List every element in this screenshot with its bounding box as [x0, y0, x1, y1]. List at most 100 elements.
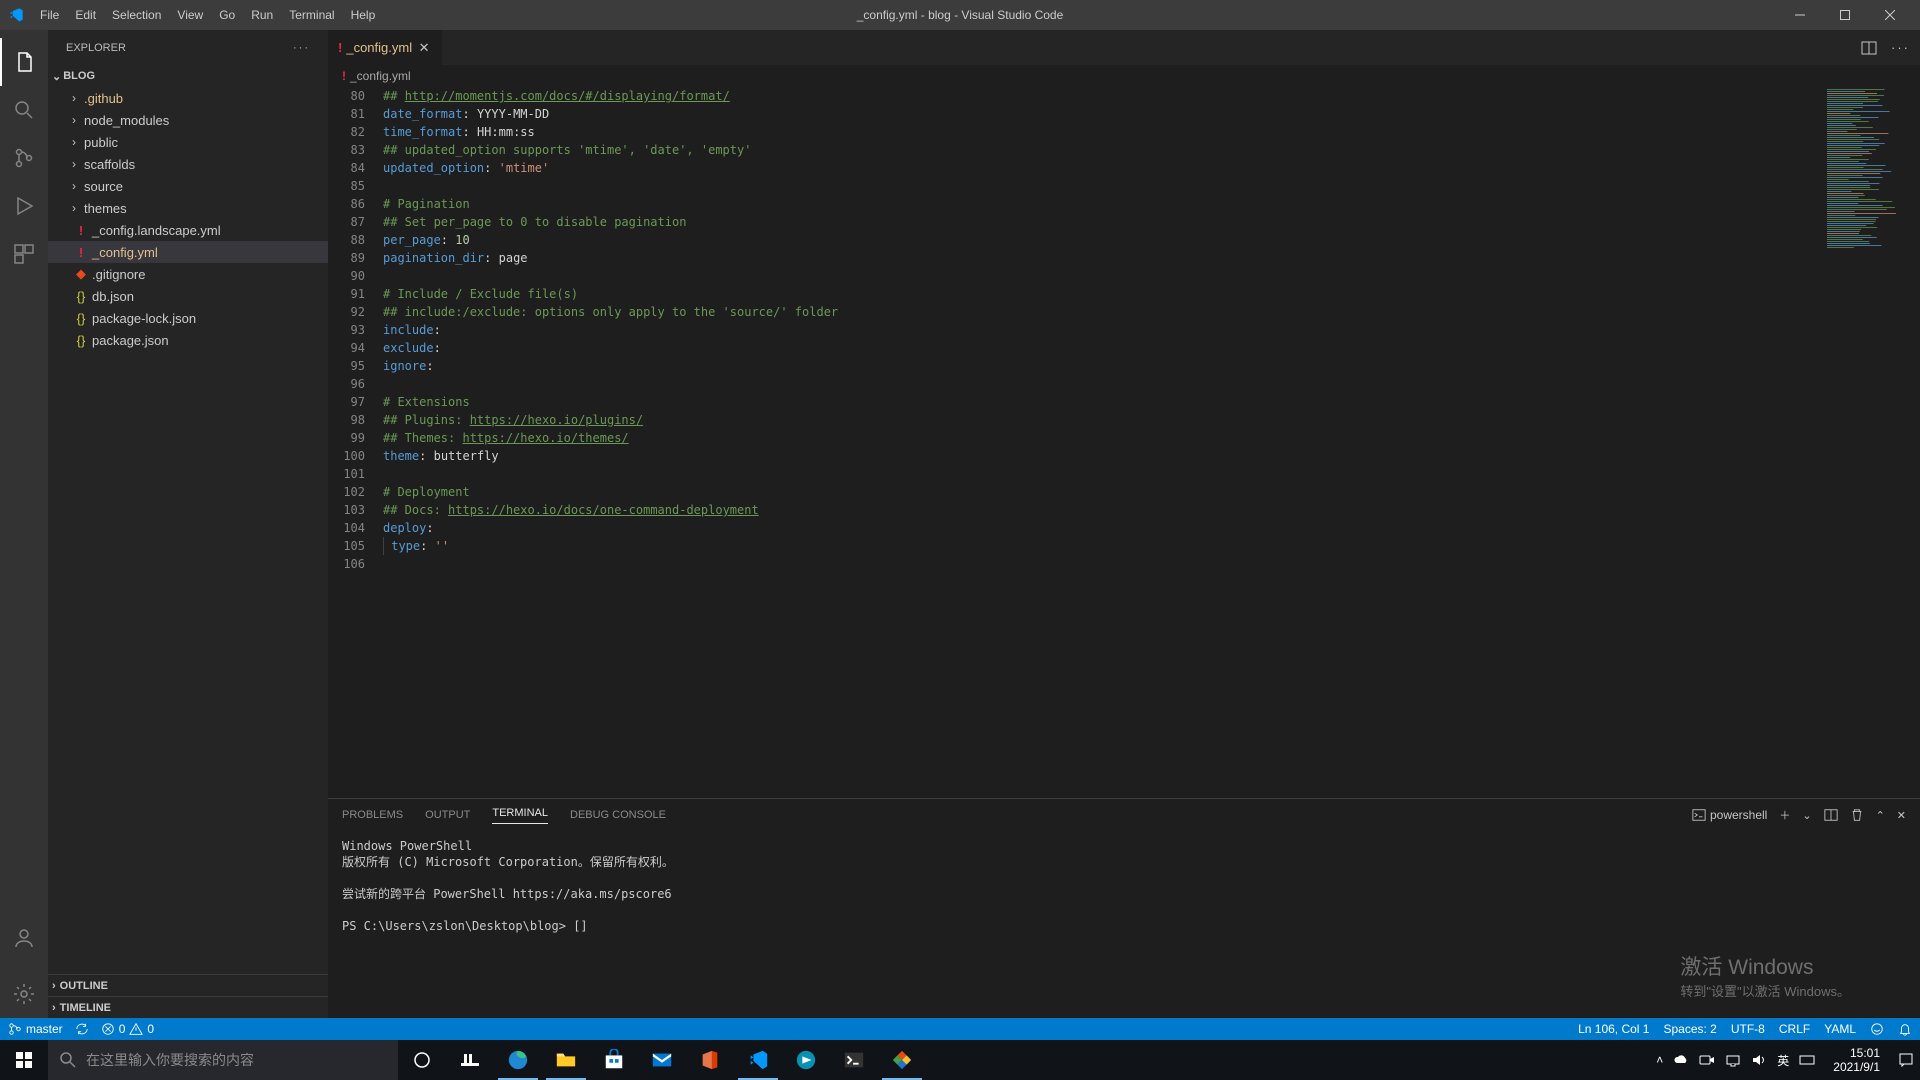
code-content[interactable]: ## http://momentjs.com/docs/#/displaying…	[383, 87, 1825, 798]
window-close-button[interactable]	[1867, 0, 1912, 30]
terminal-kill-icon[interactable]	[1850, 808, 1864, 822]
tray-volume-icon[interactable]	[1751, 1052, 1767, 1068]
activity-source-control-icon[interactable]	[0, 134, 48, 182]
status-indentation[interactable]: Spaces: 2	[1663, 1022, 1716, 1036]
tray-ime-icon[interactable]	[1799, 1052, 1815, 1068]
vscode-logo-icon	[8, 7, 24, 23]
menu-go[interactable]: Go	[211, 0, 243, 30]
cortana-icon[interactable]	[446, 1040, 494, 1080]
windows-taskbar: 在这里输入你要搜索的内容 ˄ 英 15:01 2021/9/1	[0, 1040, 1920, 1080]
terminal-split-icon[interactable]	[1824, 808, 1838, 822]
tray-network-icon[interactable]	[1725, 1052, 1741, 1068]
explorer-title: EXPLORER	[66, 42, 126, 54]
status-language[interactable]: YAML	[1824, 1022, 1856, 1036]
menu-view[interactable]: View	[169, 0, 211, 30]
activity-search-icon[interactable]	[0, 86, 48, 134]
minimap[interactable]	[1825, 87, 1920, 798]
system-tray: ˄ 英 15:01 2021/9/1	[1650, 1046, 1920, 1074]
tray-action-center-icon[interactable]	[1898, 1052, 1914, 1068]
folder-public[interactable]: ›public	[48, 131, 328, 153]
status-bar: master 0 0 Ln 106, Col 1 Spaces: 2 UTF-8…	[0, 1018, 1920, 1040]
taskbar-edge-icon[interactable]	[494, 1040, 542, 1080]
panel-tab-terminal[interactable]: TERMINAL	[492, 807, 548, 824]
tab-config-yml[interactable]: ! _config.yml ✕	[328, 30, 442, 65]
menu-edit[interactable]: Edit	[67, 0, 104, 30]
taskbar-search[interactable]: 在这里输入你要搜索的内容	[48, 1040, 398, 1080]
folder-scaffolds[interactable]: ›scaffolds	[48, 153, 328, 175]
file-package-json[interactable]: {}package.json	[48, 329, 328, 351]
status-sync-icon[interactable]	[75, 1022, 89, 1036]
file--gitignore[interactable]: ◆.gitignore	[48, 263, 328, 285]
activity-settings-icon[interactable]	[0, 970, 48, 1018]
panel-tab-problems[interactable]: PROBLEMS	[342, 809, 403, 821]
editor-tabs: ! _config.yml ✕	[328, 30, 442, 65]
status-feedback-icon[interactable]	[1870, 1022, 1884, 1036]
panel-tab-debug-console[interactable]: DEBUG CONSOLE	[570, 809, 666, 821]
file-db-json[interactable]: {}db.json	[48, 285, 328, 307]
search-icon	[60, 1052, 76, 1068]
taskbar-terminal-icon[interactable]	[830, 1040, 878, 1080]
folder-themes[interactable]: ›themes	[48, 197, 328, 219]
file--config-landscape-yml[interactable]: !_config.landscape.yml	[48, 219, 328, 241]
activity-extensions-icon[interactable]	[0, 230, 48, 278]
terminal-chevron-down-icon[interactable]: ⌄	[1802, 809, 1811, 822]
editor-area: ! _config.yml ✕ ··· ! _config.yml 808182…	[328, 30, 1920, 1018]
file-package-lock-json[interactable]: {}package-lock.json	[48, 307, 328, 329]
outline-section[interactable]: ›OUTLINE	[48, 974, 328, 996]
task-view-icon[interactable]	[398, 1040, 446, 1080]
bottom-panel: PROBLEMS OUTPUT TERMINAL DEBUG CONSOLE p…	[328, 798, 1920, 1018]
taskbar-app-icon-2[interactable]	[878, 1040, 926, 1080]
editor-more-icon[interactable]: ···	[1891, 40, 1910, 55]
tab-close-icon[interactable]: ✕	[416, 40, 432, 56]
status-eol[interactable]: CRLF	[1779, 1022, 1810, 1036]
titlebar: File Edit Selection View Go Run Terminal…	[0, 0, 1920, 30]
status-branch[interactable]: master	[8, 1022, 63, 1036]
window-maximize-button[interactable]	[1822, 0, 1867, 30]
folder-header[interactable]: ⌄ BLOG	[48, 65, 328, 87]
menu-selection[interactable]: Selection	[104, 0, 169, 30]
menu-terminal[interactable]: Terminal	[281, 0, 342, 30]
taskbar-store-icon[interactable]	[590, 1040, 638, 1080]
window-minimize-button[interactable]	[1777, 0, 1822, 30]
menu-help[interactable]: Help	[343, 0, 384, 30]
tray-ime-label[interactable]: 英	[1777, 1052, 1789, 1069]
split-editor-icon[interactable]	[1861, 40, 1877, 56]
file--config-yml[interactable]: !_config.yml	[48, 241, 328, 263]
taskbar-office-icon[interactable]	[686, 1040, 734, 1080]
status-problems[interactable]: 0 0	[101, 1022, 154, 1036]
panel-close-icon[interactable]: ✕	[1897, 809, 1906, 822]
yaml-file-icon: !	[342, 69, 346, 83]
taskbar-file-explorer-icon[interactable]	[542, 1040, 590, 1080]
breadcrumb[interactable]: ! _config.yml	[328, 65, 1920, 87]
terminal-new-icon[interactable]: ＋	[1779, 807, 1790, 823]
tray-chevron-up-icon[interactable]: ˄	[1656, 1053, 1663, 1067]
panel-tab-output[interactable]: OUTPUT	[425, 809, 470, 821]
tray-onedrive-icon[interactable]	[1673, 1052, 1689, 1068]
tray-clock[interactable]: 15:01 2021/9/1	[1825, 1046, 1888, 1074]
timeline-section[interactable]: ›TIMELINE	[48, 996, 328, 1018]
tab-label: _config.yml	[346, 40, 412, 55]
tray-meet-now-icon[interactable]	[1699, 1052, 1715, 1068]
activity-run-debug-icon[interactable]	[0, 182, 48, 230]
taskbar-app-icon-1[interactable]	[782, 1040, 830, 1080]
folder-node-modules[interactable]: ›node_modules	[48, 109, 328, 131]
window-title: _config.yml - blog - Visual Studio Code	[857, 8, 1064, 22]
panel-maximize-icon[interactable]: ⌃	[1876, 809, 1885, 822]
status-cursor-position[interactable]: Ln 106, Col 1	[1578, 1022, 1649, 1036]
status-encoding[interactable]: UTF-8	[1731, 1022, 1765, 1036]
activity-account-icon[interactable]	[0, 914, 48, 962]
menu-file[interactable]: File	[32, 0, 67, 30]
menu-run[interactable]: Run	[243, 0, 281, 30]
line-number-gutter: 8081828384858687888990919293949596979899…	[328, 87, 383, 798]
taskbar-vscode-icon[interactable]	[734, 1040, 782, 1080]
activity-explorer-icon[interactable]	[0, 38, 48, 86]
start-button[interactable]	[0, 1040, 48, 1080]
folder--github[interactable]: ›.github	[48, 87, 328, 109]
folder-source[interactable]: ›source	[48, 175, 328, 197]
activity-bar	[0, 30, 48, 1018]
terminal-content[interactable]: Windows PowerShell 版权所有 (C) Microsoft Co…	[328, 832, 1920, 1018]
terminal-shell-picker[interactable]: powershell	[1692, 808, 1767, 822]
status-notifications-icon[interactable]	[1898, 1022, 1912, 1036]
explorer-more-icon[interactable]: ···	[293, 42, 310, 54]
taskbar-mail-icon[interactable]	[638, 1040, 686, 1080]
